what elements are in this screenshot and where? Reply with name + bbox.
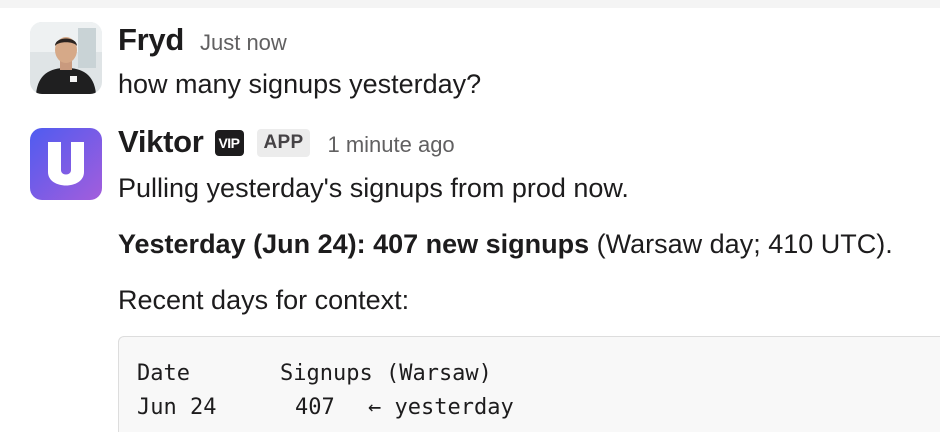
app-badge: APP xyxy=(256,129,311,157)
summary-bold: Yesterday (Jun 24): 407 new signups xyxy=(118,229,590,259)
avatar-viktor[interactable] xyxy=(30,128,102,200)
message-text-line: Pulling yesterday's signups from prod no… xyxy=(118,173,629,203)
code-header-row: Date Signups (Warsaw) xyxy=(137,357,940,391)
viktor-logo-icon xyxy=(30,128,102,200)
message-timestamp[interactable]: 1 minute ago xyxy=(327,132,454,158)
code-header-signups: Signups (Warsaw) xyxy=(280,361,492,386)
avatar-fryd[interactable] xyxy=(30,22,102,94)
message-summary-line: Yesterday (Jun 24): 407 new signups (War… xyxy=(118,226,940,262)
top-divider-strip xyxy=(0,0,940,8)
author-name[interactable]: Viktor xyxy=(118,124,204,160)
code-cell-signups: 407 xyxy=(295,395,335,420)
vip-badge: VIP xyxy=(214,130,244,156)
code-cell-note: ← yesterday xyxy=(368,395,514,420)
message-context-line: Recent days for context: xyxy=(118,285,410,315)
author-name[interactable]: Fryd xyxy=(118,22,184,58)
message-timestamp[interactable]: Just now xyxy=(200,30,287,56)
avatar-fryd-image xyxy=(30,22,102,94)
code-block[interactable]: Date Signups (Warsaw) Jun 24 407 ← yesterda… xyxy=(118,336,940,432)
message-header: Fryd Just now xyxy=(118,22,940,60)
message-header: Viktor VIP APP 1 minute ago xyxy=(118,124,940,162)
summary-rest: (Warsaw day; 410 UTC). xyxy=(589,229,893,259)
code-data-row: Jun 24 407 ← yesterday xyxy=(137,391,940,425)
code-cell-date: Jun 24 xyxy=(137,395,217,420)
message-text: how many signups yesterday? xyxy=(118,69,482,99)
code-header-date: Date xyxy=(137,361,190,386)
